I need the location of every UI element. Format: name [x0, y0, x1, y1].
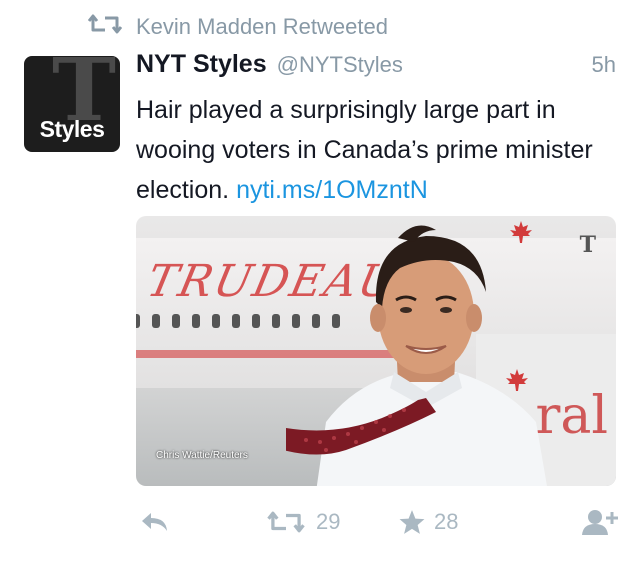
tweet-actions: 29 28	[136, 500, 618, 544]
retweet-count: 29	[316, 509, 341, 534]
retweet-icon	[267, 511, 305, 533]
star-icon	[399, 510, 425, 534]
like-button[interactable]: 28	[398, 500, 458, 544]
like-count: 28	[434, 509, 459, 534]
reply-icon	[142, 513, 167, 531]
tweet-header: NYT Styles @NYTStyles 5h	[136, 50, 616, 86]
retweet-context[interactable]: Kevin Madden Retweeted	[87, 10, 388, 44]
retweet-icon	[87, 13, 123, 41]
tweet-link[interactable]: nyti.ms/1OMzntN	[236, 176, 428, 204]
tweet-photo[interactable]: TRUDEAU ral T Chris Wattie/Reuters	[136, 216, 616, 486]
avatar-label: Styles	[39, 116, 105, 142]
retweet-button[interactable]: 29	[264, 500, 340, 544]
reply-button[interactable]	[140, 500, 170, 544]
follow-button[interactable]	[582, 500, 618, 544]
avatar[interactable]: T Styles	[24, 56, 120, 152]
person-figure	[286, 225, 547, 486]
handle[interactable]: @NYTStyles	[277, 52, 403, 78]
timestamp[interactable]: 5h	[592, 52, 616, 78]
retweeted-by-label: Kevin Madden Retweeted	[136, 14, 388, 39]
photo-credit: Chris Wattie/Reuters	[156, 450, 248, 461]
follow-icon	[582, 510, 618, 535]
tweet-text: Hair played a surprisingly large part in…	[136, 90, 616, 210]
display-name[interactable]: NYT Styles	[136, 50, 267, 79]
nyt-watermark: T	[579, 232, 596, 258]
